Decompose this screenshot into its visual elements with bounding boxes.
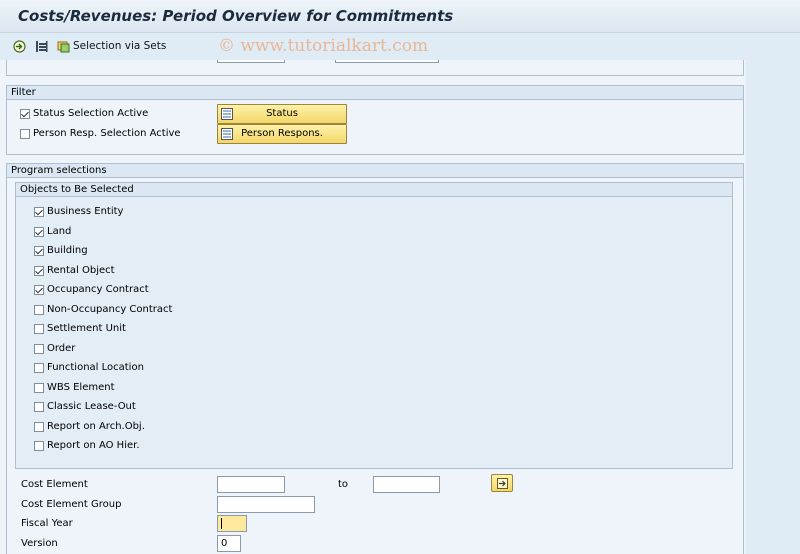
cost-element-label: Cost Element xyxy=(21,479,88,490)
person-responsible-button-label: Person Respons. xyxy=(241,128,323,139)
object-row[interactable]: Functional Location xyxy=(34,360,254,376)
object-label: Building xyxy=(47,245,88,256)
cost-element-group-input[interactable] xyxy=(217,496,315,513)
object-checkbox[interactable] xyxy=(34,363,44,373)
watermark: © www.tutorialkart.com xyxy=(218,36,429,56)
person-resp-selection-checkbox[interactable] xyxy=(20,129,30,139)
arrow-right-icon xyxy=(497,478,508,489)
selection-screen: Filter Status Selection Active Person Re… xyxy=(0,60,746,554)
text-cursor xyxy=(221,517,222,529)
selection-via-sets-button[interactable]: Selection via Sets xyxy=(73,40,166,52)
object-label: Occupancy Contract xyxy=(47,284,149,295)
multiple-selection-icon xyxy=(221,128,233,140)
object-row[interactable]: Building xyxy=(34,243,254,259)
person-responsible-button[interactable]: Person Respons. xyxy=(217,124,347,144)
remnant-field-1[interactable] xyxy=(217,60,285,63)
person-resp-selection-label: Person Resp. Selection Active xyxy=(33,128,181,139)
object-checkbox[interactable] xyxy=(34,421,44,432)
top-frame-remnant xyxy=(6,60,744,76)
object-row[interactable]: Settlement Unit xyxy=(34,321,254,337)
object-label: Non-Occupancy Contract xyxy=(47,303,173,315)
status-selection-checkbox[interactable] xyxy=(20,109,30,119)
object-checkbox[interactable] xyxy=(34,382,44,393)
objects-to-be-selected-title: Objects to Be Selected xyxy=(16,183,732,197)
object-row[interactable]: Classic Lease-Out xyxy=(34,399,254,415)
fiscal-year-input[interactable] xyxy=(217,515,247,532)
fiscal-year-label: Fiscal Year xyxy=(21,518,73,529)
object-checkbox[interactable] xyxy=(34,226,44,237)
object-checkbox[interactable] xyxy=(34,207,44,217)
version-label: Version xyxy=(21,538,58,549)
object-checkbox[interactable] xyxy=(34,265,44,276)
status-button[interactable]: Status xyxy=(217,104,347,124)
cost-element-from-input[interactable] xyxy=(217,476,285,493)
objects-to-be-selected-frame: Objects to Be Selected Business Entity La… xyxy=(15,182,733,469)
filter-frame: Filter Status Selection Active Person Re… xyxy=(6,85,744,155)
object-row[interactable]: Report on Arch.Obj. xyxy=(34,419,254,435)
object-checkbox[interactable] xyxy=(34,343,44,354)
object-label: WBS Element xyxy=(47,381,115,393)
object-row[interactable]: WBS Element xyxy=(34,380,254,396)
object-checkbox[interactable] xyxy=(34,324,44,334)
object-checkbox[interactable] xyxy=(34,304,44,315)
object-label: Classic Lease-Out xyxy=(47,401,136,412)
object-label: Order xyxy=(47,342,76,354)
filter-frame-title: Filter xyxy=(7,86,743,100)
version-input[interactable]: 0 xyxy=(217,535,241,552)
object-row[interactable]: Business Entity xyxy=(34,204,254,220)
status-selection-label: Status Selection Active xyxy=(33,108,149,119)
object-label: Settlement Unit xyxy=(47,323,126,334)
multiple-selection-button[interactable] xyxy=(491,474,513,492)
selection-via-sets-icon[interactable] xyxy=(57,40,70,53)
cost-element-to-input[interactable] xyxy=(373,476,440,493)
get-variant-icon[interactable] xyxy=(35,40,48,53)
object-label: Report on Arch.Obj. xyxy=(47,420,145,432)
object-row[interactable]: Rental Object xyxy=(34,263,254,279)
right-margin xyxy=(746,60,800,554)
object-checkbox[interactable] xyxy=(34,441,44,451)
execute-icon[interactable] xyxy=(13,40,26,53)
object-row[interactable]: Report on AO Hier. xyxy=(34,438,254,454)
object-label: Rental Object xyxy=(47,264,115,276)
application-toolbar: Selection via Sets © www.tutorialkart.co… xyxy=(0,33,800,60)
object-checkbox[interactable] xyxy=(34,402,44,412)
program-selections-frame: Program selections Objects to Be Selecte… xyxy=(6,163,744,554)
remnant-field-2[interactable] xyxy=(335,60,439,63)
window-title: Costs/Revenues: Period Overview for Comm… xyxy=(18,7,454,25)
object-label: Business Entity xyxy=(47,206,124,217)
object-label: Report on AO Hier. xyxy=(47,440,140,451)
title-bar: Costs/Revenues: Period Overview for Comm… xyxy=(0,0,800,33)
object-label: Land xyxy=(47,225,72,237)
person-resp-selection-row[interactable]: Person Resp. Selection Active xyxy=(20,126,220,142)
object-row[interactable]: Occupancy Contract xyxy=(34,282,254,298)
object-label: Functional Location xyxy=(47,362,144,373)
object-row[interactable]: Order xyxy=(34,341,254,357)
object-checkbox[interactable] xyxy=(34,246,44,256)
object-row[interactable]: Non-Occupancy Contract xyxy=(34,302,254,318)
object-checkbox[interactable] xyxy=(34,285,44,295)
cost-element-group-label: Cost Element Group xyxy=(21,499,122,510)
program-selections-title: Program selections xyxy=(7,164,743,178)
object-row[interactable]: Land xyxy=(34,224,254,240)
status-button-label: Status xyxy=(266,108,298,119)
multiple-selection-icon xyxy=(221,108,233,120)
to-label: to xyxy=(338,479,349,490)
status-selection-row[interactable]: Status Selection Active xyxy=(20,106,220,122)
